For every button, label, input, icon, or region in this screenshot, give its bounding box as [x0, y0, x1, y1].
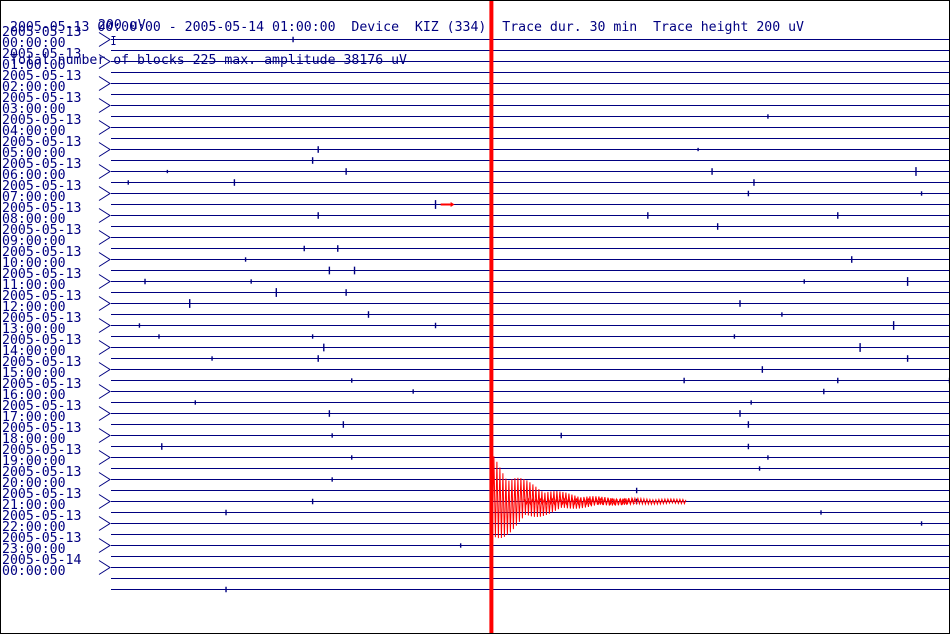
- time-label-time: 00:00:00: [2, 564, 66, 579]
- hour-marker: [98, 142, 111, 157]
- helicorder-chart: 2005-05-13 00:00:00 - 2005-05-14 01:00:0…: [0, 0, 950, 634]
- time-label: 2005-05-13 21:00:00: [2, 488, 98, 512]
- hour-marker: [98, 274, 111, 289]
- hour-marker: [98, 450, 111, 465]
- earthquake-saturated-column: [489, 1, 494, 633]
- time-label: 2005-05-13 00:00:00: [2, 26, 98, 50]
- time-label: 2005-05-13 15:00:00: [2, 356, 98, 380]
- hour-marker: [98, 54, 111, 69]
- time-label: 2005-05-13 04:00:00: [2, 114, 98, 138]
- time-label: 2005-05-13 16:00:00: [2, 378, 98, 402]
- hour-marker: [98, 120, 111, 135]
- hour-marker: [98, 362, 111, 377]
- hour-marker: [98, 186, 111, 201]
- time-label: 2005-05-13 10:00:00: [2, 246, 98, 270]
- hour-marker: [98, 406, 111, 421]
- time-label: 2005-05-13 20:00:00: [2, 466, 98, 490]
- hour-marker: [98, 252, 111, 267]
- time-label: 2005-05-13 22:00:00: [2, 510, 98, 534]
- time-label: 2005-05-13 14:00:00: [2, 334, 98, 358]
- hour-marker: [98, 32, 111, 47]
- hour-marker: [98, 76, 111, 91]
- time-label: 2005-05-13 12:00:00: [2, 290, 98, 314]
- hour-marker: [98, 428, 111, 443]
- hour-marker: [98, 296, 111, 311]
- time-label: 2005-05-13 18:00:00: [2, 422, 98, 446]
- time-label: 2005-05-13 11:00:00: [2, 268, 98, 292]
- time-label: 2005-05-13 19:00:00: [2, 444, 98, 468]
- earthquake-coda: [490, 451, 687, 539]
- time-label: 2005-05-13 06:00:00: [2, 158, 98, 182]
- time-label: 2005-05-13 17:00:00: [2, 400, 98, 424]
- hour-marker: [98, 98, 111, 113]
- time-label: 2005-05-13 13:00:00: [2, 312, 98, 336]
- hour-marker: [98, 494, 111, 509]
- time-label: 2005-05-13 01:00:00: [2, 48, 98, 72]
- time-label: 2005-05-13 03:00:00: [2, 92, 98, 116]
- hour-marker: [98, 516, 111, 531]
- time-label: 2005-05-13 02:00:00: [2, 70, 98, 94]
- time-label: 2005-05-13 23:00:00: [2, 532, 98, 556]
- time-label: 2005-05-13 09:00:00: [2, 224, 98, 248]
- hour-marker: [98, 208, 111, 223]
- hour-marker: [98, 340, 111, 355]
- time-label: 2005-05-14 00:00:00: [2, 554, 98, 579]
- hour-marker: [98, 318, 111, 333]
- hour-marker: [98, 164, 111, 179]
- hour-marker: [98, 384, 111, 399]
- time-label: 2005-05-13 08:00:00: [2, 202, 98, 226]
- hour-marker: [98, 472, 111, 487]
- seismogram-plot: [98, 1, 949, 633]
- time-label: 2005-05-13 07:00:00: [2, 180, 98, 204]
- time-label: 2005-05-13 05:00:00: [2, 136, 98, 160]
- small-event-marker: [450, 202, 455, 207]
- hour-marker: [98, 230, 111, 245]
- hour-marker: [98, 560, 111, 575]
- hour-marker: [98, 538, 111, 553]
